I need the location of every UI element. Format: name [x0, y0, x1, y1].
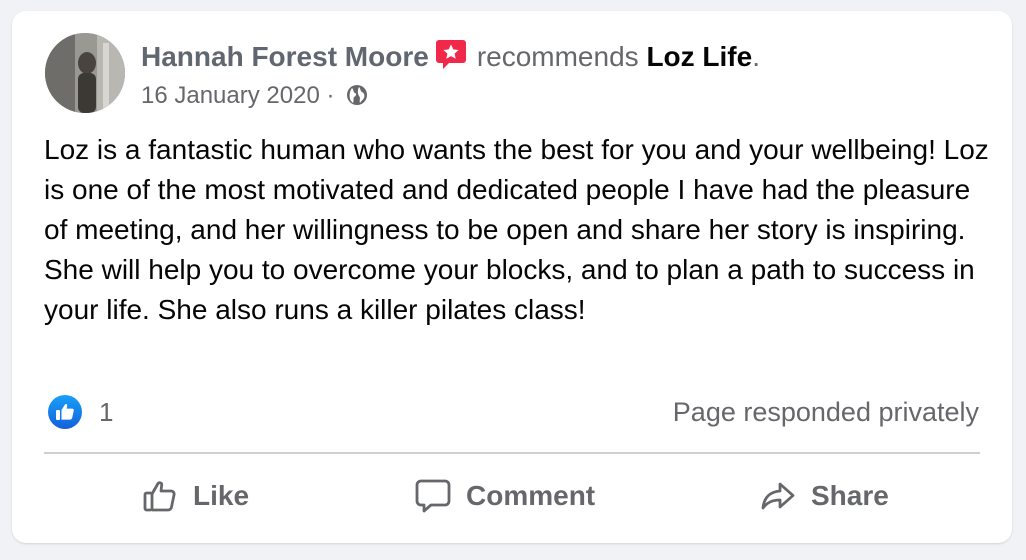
comment-bubble-icon — [414, 477, 466, 515]
avatar[interactable] — [45, 33, 125, 113]
comment-label: Comment — [466, 480, 596, 511]
comment-button[interactable]: Comment — [414, 474, 595, 518]
globe-icon — [345, 83, 369, 107]
post-body-text: Loz is a fantastic human who wants the b… — [44, 134, 989, 325]
thumbs-up-outline-icon — [141, 477, 193, 515]
share-label: Share — [811, 480, 889, 511]
author-name[interactable]: Hannah Forest Moore — [141, 41, 429, 72]
reaction-count: 1 — [99, 396, 114, 427]
post-meta: 16 January 2020 · — [141, 81, 369, 111]
divider — [44, 452, 980, 454]
meta-separator: · — [326, 82, 335, 109]
post-header: Hannah Forest Moore recommends Loz Life. — [141, 38, 760, 74]
page-name-link[interactable]: Loz Life — [646, 41, 752, 72]
post-date[interactable]: 16 January 2020 — [141, 82, 320, 109]
like-button[interactable]: Like — [141, 474, 249, 518]
page-name-suffix: . — [752, 41, 760, 72]
thumbs-up-icon — [48, 395, 82, 429]
share-button[interactable]: Share — [759, 474, 889, 518]
like-label: Like — [193, 480, 250, 511]
recommend-star-icon — [435, 38, 467, 70]
response-status: Page responded privately — [672, 397, 979, 427]
recommendation-post-card: Hannah Forest Moore recommends Loz Life.… — [12, 11, 1012, 543]
recommends-text: recommends — [476, 41, 639, 72]
reaction-summary[interactable]: 1 — [48, 395, 113, 429]
share-arrow-icon — [759, 477, 811, 515]
